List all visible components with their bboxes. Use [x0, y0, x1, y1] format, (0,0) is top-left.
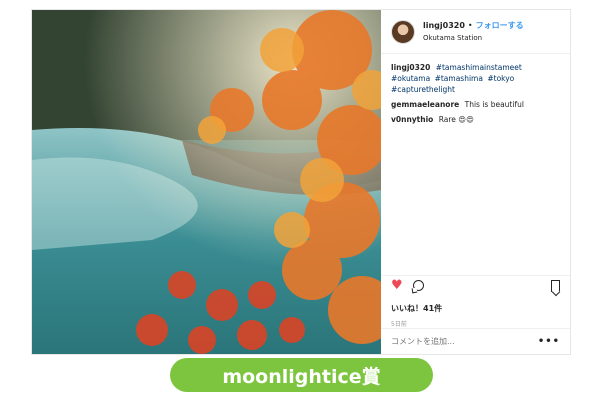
award-banner: moonlightice賞 — [170, 358, 433, 392]
comment-text: Rare 😍😍 — [438, 115, 474, 124]
comment-icon[interactable] — [412, 280, 424, 291]
comment-username[interactable]: gemmaeleanore — [391, 100, 459, 109]
post-header: lingj0320 • フォローする Okutama Station — [381, 10, 570, 54]
comment-text: This is beautiful — [464, 100, 524, 109]
action-bar: ♥ — [381, 275, 570, 295]
caption: lingj0320 #tamashimainstameet #okutama #… — [391, 62, 560, 95]
comment-username[interactable]: v0nnythio — [391, 115, 433, 124]
post-timestamp[interactable]: 5日前 — [391, 319, 407, 328]
add-comment-bar: ••• — [381, 328, 570, 354]
post-sidebar: lingj0320 • フォローする Okutama Station lingj… — [381, 10, 570, 354]
username-link[interactable]: lingj0320 — [423, 20, 465, 32]
hashtag-link[interactable]: #tamashima — [435, 74, 483, 83]
comment-item: v0nnythio Rare 😍😍 — [391, 114, 560, 125]
location-link[interactable]: Okutama Station — [423, 32, 524, 44]
comment-item: gemmaeleanore This is beautiful — [391, 99, 560, 110]
bookmark-icon[interactable] — [551, 279, 560, 292]
avatar[interactable] — [391, 19, 415, 44]
more-options-icon[interactable]: ••• — [538, 336, 560, 347]
hashtag-link[interactable]: #tamashimainstameet — [436, 63, 522, 72]
comment-input[interactable] — [391, 337, 538, 346]
header-text: lingj0320 • フォローする Okutama Station — [423, 20, 524, 44]
post-photo[interactable] — [32, 10, 381, 354]
hashtag-link[interactable]: #okutama — [391, 74, 430, 83]
header-user-row: lingj0320 • フォローする — [423, 20, 524, 32]
instagram-post-card: lingj0320 • フォローする Okutama Station lingj… — [31, 9, 571, 355]
hashtag-link[interactable]: #capturethelight — [391, 85, 455, 94]
hashtag-link[interactable]: #tokyo — [487, 74, 514, 83]
heart-icon[interactable]: ♥ — [391, 279, 403, 292]
autumn-river-photo — [32, 10, 381, 354]
likes-count[interactable]: いいね！41件 — [391, 303, 442, 314]
separator-dot: • — [467, 20, 473, 30]
follow-button[interactable]: フォローする — [476, 20, 524, 32]
caption-username[interactable]: lingj0320 — [391, 63, 430, 72]
